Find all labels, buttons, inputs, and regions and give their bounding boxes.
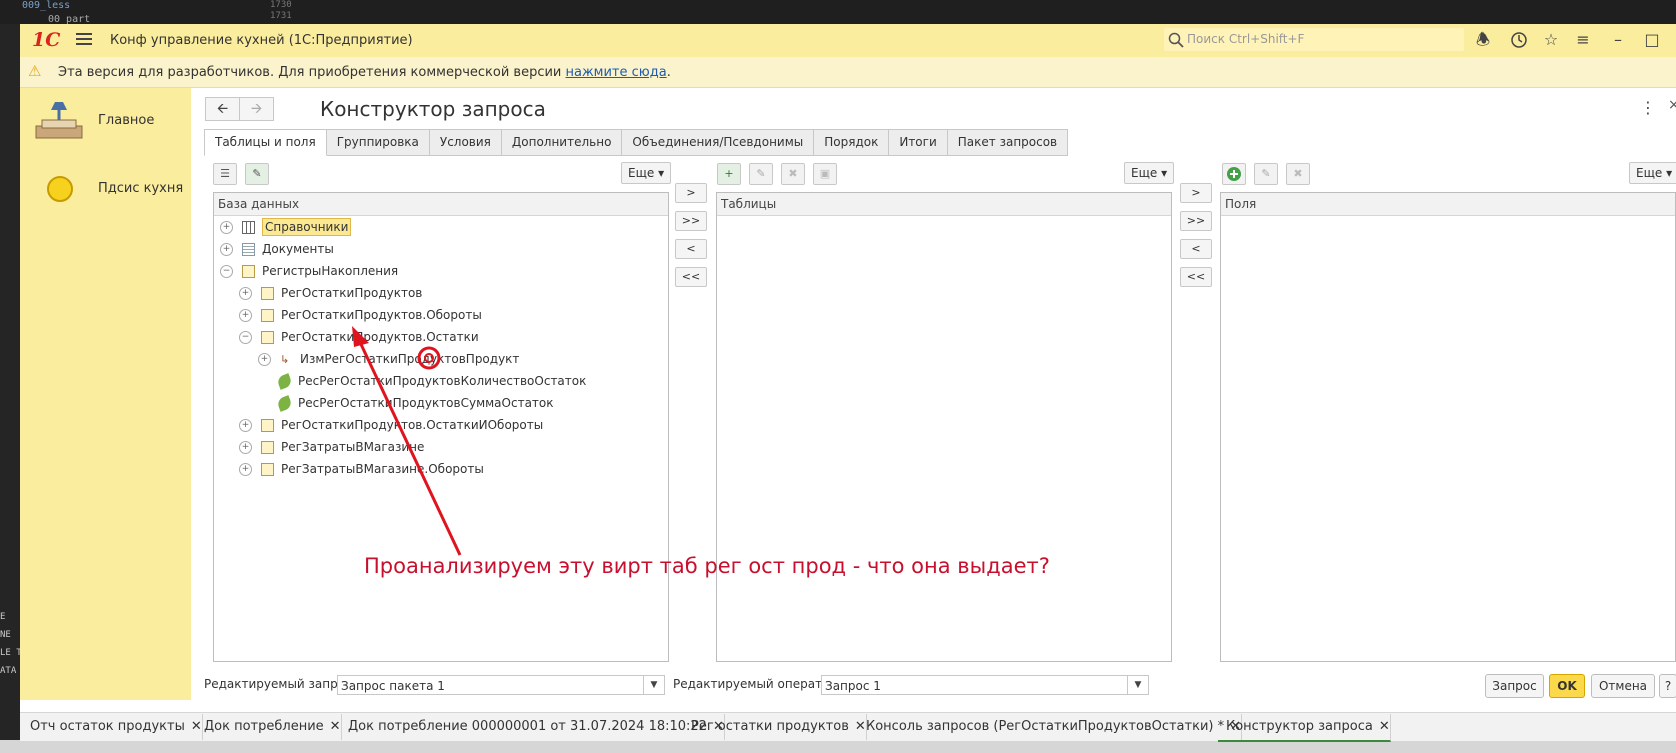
annotation-text: Проанализируем эту вирт таб рег ост прод…: [364, 554, 1050, 578]
annotation-overlay: [352, 326, 462, 556]
cursor-highlight-icon: [417, 346, 441, 370]
annotation-arrow: [357, 339, 462, 556]
annotation-arrowhead: [352, 326, 369, 347]
